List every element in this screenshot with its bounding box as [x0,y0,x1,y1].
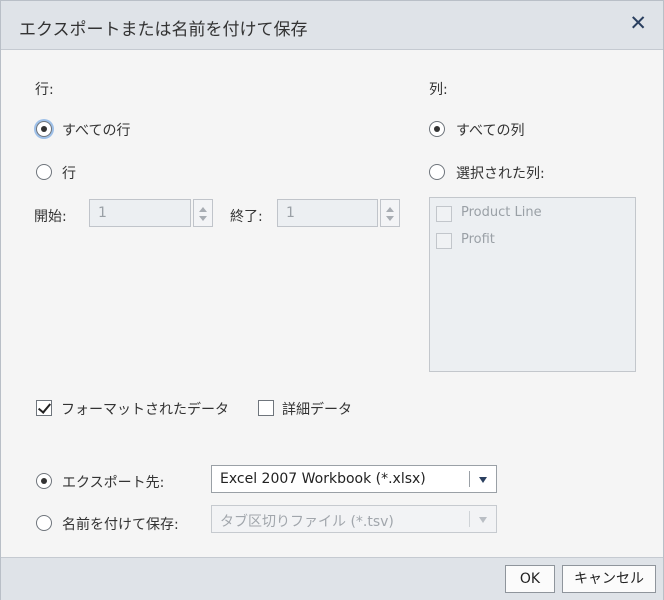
column-checkbox[interactable] [436,206,452,222]
cancel-button[interactable]: キャンセル [562,565,656,593]
select-divider [469,511,470,527]
list-item: Profit [461,232,495,247]
end-label: 終了: [230,209,263,225]
spin-up-icon[interactable] [386,207,394,212]
columns-heading: 列: [429,82,448,98]
detail-data-label: 詳細データ [282,402,352,418]
row-range-label: 行 [62,166,76,182]
spin-down-icon[interactable] [199,216,207,221]
save-format-select[interactable]: タブ区切りファイル (*.tsv) [211,505,497,533]
spin-down-icon[interactable] [386,216,394,221]
selected-columns-label: 選択された列: [456,166,545,182]
close-icon[interactable]: ✕ [629,12,647,34]
column-checkbox[interactable] [436,233,452,249]
all-rows-radio[interactable] [36,121,52,137]
detail-data-checkbox[interactable] [258,400,274,416]
row-range-radio[interactable] [36,164,52,180]
select-divider [469,471,470,487]
dialog-footer: OK キャンセル [1,557,663,600]
save-as-radio[interactable] [36,515,52,531]
save-as-label: 名前を付けて保存: [62,517,179,533]
export-to-label: エクスポート先: [62,475,165,491]
columns-list[interactable]: Product Line Profit [429,197,636,372]
title-bar: エクスポートまたは名前を付けて保存 ✕ [1,1,663,50]
export-dialog: エクスポートまたは名前を付けて保存 ✕ 行: すべての行 行 開始: 1 終了:… [0,0,664,600]
save-format-value: タブ区切りファイル (*.tsv) [220,514,394,530]
end-row-field[interactable]: 1 [277,199,378,227]
all-columns-radio[interactable] [429,121,445,137]
all-rows-label: すべての行 [62,123,131,139]
selected-columns-radio[interactable] [429,164,445,180]
rows-heading: 行: [35,82,54,98]
export-to-radio[interactable] [36,473,52,489]
chevron-down-icon[interactable] [479,477,487,483]
export-format-select[interactable]: Excel 2007 Workbook (*.xlsx) [211,465,497,493]
start-row-stepper[interactable] [193,199,213,227]
ok-button[interactable]: OK [505,565,555,593]
dialog-title: エクスポートまたは名前を付けて保存 [19,20,308,40]
list-item: Product Line [461,205,542,220]
spin-up-icon[interactable] [199,207,207,212]
end-row-stepper[interactable] [380,199,400,227]
start-row-value: 1 [98,205,107,221]
export-format-value: Excel 2007 Workbook (*.xlsx) [220,471,426,487]
start-row-field[interactable]: 1 [89,199,191,227]
chevron-down-icon[interactable] [479,517,487,523]
end-row-value: 1 [286,205,295,221]
start-label: 開始: [34,209,67,225]
formatted-data-checkbox[interactable] [36,400,52,416]
formatted-data-label: フォーマットされたデータ [61,402,229,418]
all-columns-label: すべての列 [456,123,525,139]
